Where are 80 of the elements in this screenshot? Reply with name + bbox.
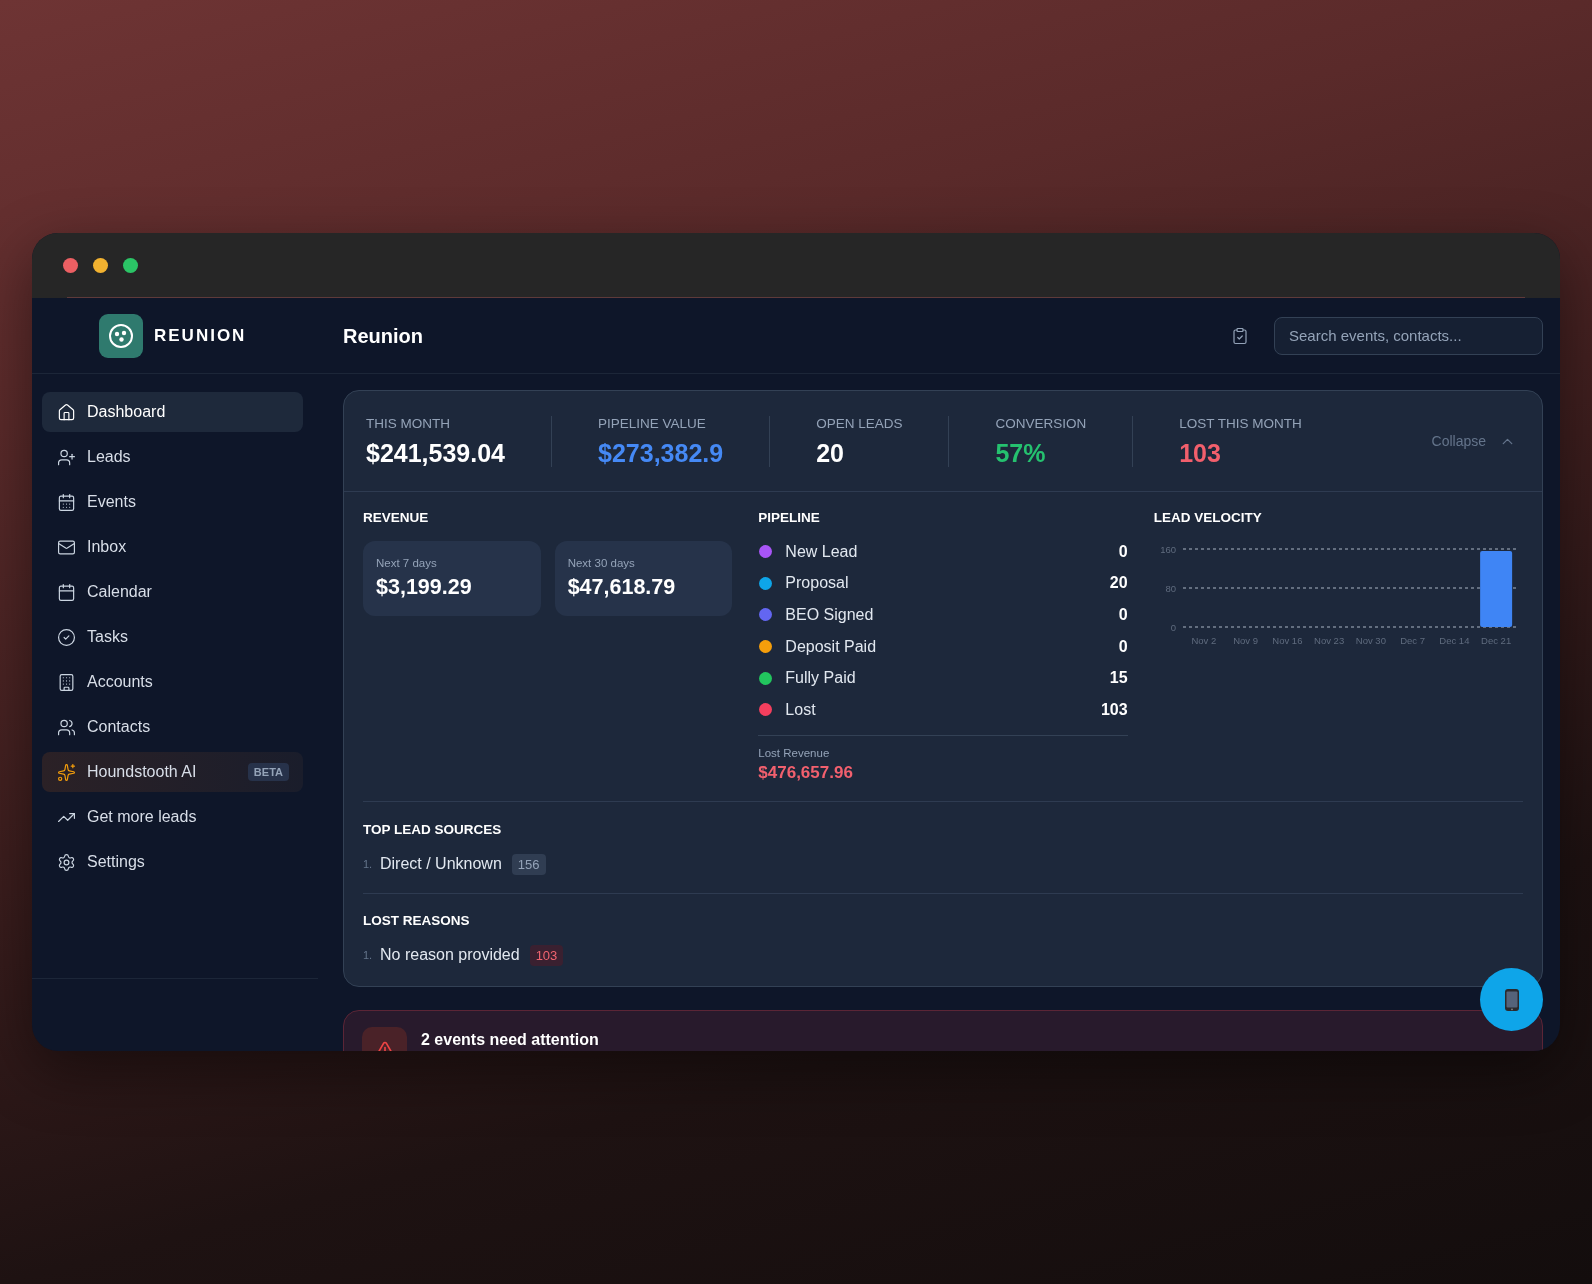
search-field[interactable]: Search events, contacts... <box>1274 316 1543 355</box>
stage-count: 15 <box>1109 668 1128 689</box>
x-axis-label: Nov 30 <box>1355 635 1386 646</box>
beta-badge: BETA <box>247 763 289 781</box>
tile-label: Next 30 days <box>567 556 636 570</box>
tile-value: $47,618.79 <box>567 575 677 599</box>
section-heading: PIPELINE <box>758 510 821 526</box>
close-window-button[interactable] <box>63 258 78 273</box>
nav-item[interactable]: Calendar <box>42 572 303 612</box>
stat-value: $241,539.04 <box>366 438 506 467</box>
stat-label: OPEN LEADS <box>816 415 903 432</box>
stat-label: CONVERSION <box>995 415 1087 432</box>
rank-number: 1. <box>363 947 374 963</box>
lost-revenue-label: Lost Revenue <box>758 745 831 760</box>
nav-item[interactable]: Houndstooth AI BETA <box>42 752 303 792</box>
stat-label: THIS MONTH <box>366 415 451 432</box>
nav-item[interactable]: Settings <box>42 842 303 882</box>
stage-count: 0 <box>1118 541 1128 562</box>
y-axis-label: 80 <box>1165 582 1176 594</box>
y-axis-label: 160 <box>1159 543 1176 555</box>
x-axis-label: Nov 2 <box>1191 635 1216 646</box>
stat-label: PIPELINE VALUE <box>598 415 707 432</box>
home-icon <box>57 402 76 422</box>
stage-count: 0 <box>1118 605 1128 625</box>
settings-icon <box>57 852 76 872</box>
alert-title: 2 events need attention <box>421 1030 599 1050</box>
users-icon <box>57 717 76 737</box>
brand-name: REUNION <box>154 324 247 347</box>
x-axis-label: Dec 21 <box>1480 635 1511 646</box>
stage-label: Deposit Paid <box>785 636 877 657</box>
count-badge: 103 <box>529 944 564 966</box>
tile-value: $3,199.29 <box>376 575 473 599</box>
stage-label: Proposal <box>785 573 849 594</box>
stage-label: Fully Paid <box>785 668 856 689</box>
smartphone-icon <box>1504 988 1519 1011</box>
check-circle-icon <box>57 627 76 647</box>
stat-value: $273,382.9 <box>598 438 724 467</box>
lost-revenue-value: $476,657.96 <box>758 762 854 783</box>
stat-label: LOST THIS MONTH <box>1179 415 1302 432</box>
logo-icon <box>99 313 143 358</box>
nav-item[interactable]: Inbox <box>42 527 303 567</box>
tile-label: Next 7 days <box>376 556 438 570</box>
calendar-icon <box>57 582 76 602</box>
stat-value: 57% <box>995 438 1047 467</box>
section-heading: REVENUE <box>363 510 430 526</box>
x-axis-label: Dec 14 <box>1439 635 1470 646</box>
stage-count: 0 <box>1118 636 1128 657</box>
stage-label: New Lead <box>785 541 858 562</box>
x-axis-label: Dec 7 <box>1399 635 1425 646</box>
nav-item[interactable]: Get more leads <box>42 797 303 837</box>
list-label: Direct / Unknown <box>380 854 502 874</box>
list-label: No reason provided <box>380 945 520 965</box>
section-heading: TOP LEAD SOURCES <box>363 822 503 838</box>
nav-item[interactable]: Dashboard <box>42 392 303 432</box>
x-axis-label: Nov 16 <box>1272 635 1303 646</box>
minimize-window-button[interactable] <box>93 258 108 273</box>
nav-item[interactable]: Accounts <box>42 662 303 702</box>
nav-item[interactable]: Events <box>42 482 303 522</box>
maximize-window-button[interactable] <box>123 258 138 273</box>
rank-number: 1. <box>363 856 374 872</box>
count-badge: 156 <box>511 853 546 875</box>
nav-item[interactable]: Leads <box>42 437 303 477</box>
stage-count: 20 <box>1109 573 1128 594</box>
section-heading: LOST REASONS <box>363 913 471 929</box>
stat-value: 103 <box>1179 438 1222 467</box>
nav-item[interactable]: Contacts <box>42 707 303 747</box>
section-heading: LEAD VELOCITY <box>1153 510 1263 526</box>
stage-count: 103 <box>1100 699 1128 720</box>
stat-value: 20 <box>816 438 845 467</box>
building-icon <box>57 672 76 692</box>
x-axis-label: Nov 23 <box>1313 635 1344 646</box>
calendar-grid-icon <box>57 492 76 512</box>
nav-item[interactable]: Tasks <box>42 617 303 657</box>
stage-label: Lost <box>785 699 816 720</box>
stage-label: BEO Signed <box>785 605 874 625</box>
clipboard-icon[interactable] <box>1231 326 1249 345</box>
page-title: Reunion <box>343 323 423 349</box>
sparkles-icon <box>57 762 76 782</box>
x-axis-label: Nov 9 <box>1232 635 1258 646</box>
user-plus-icon <box>57 447 76 467</box>
